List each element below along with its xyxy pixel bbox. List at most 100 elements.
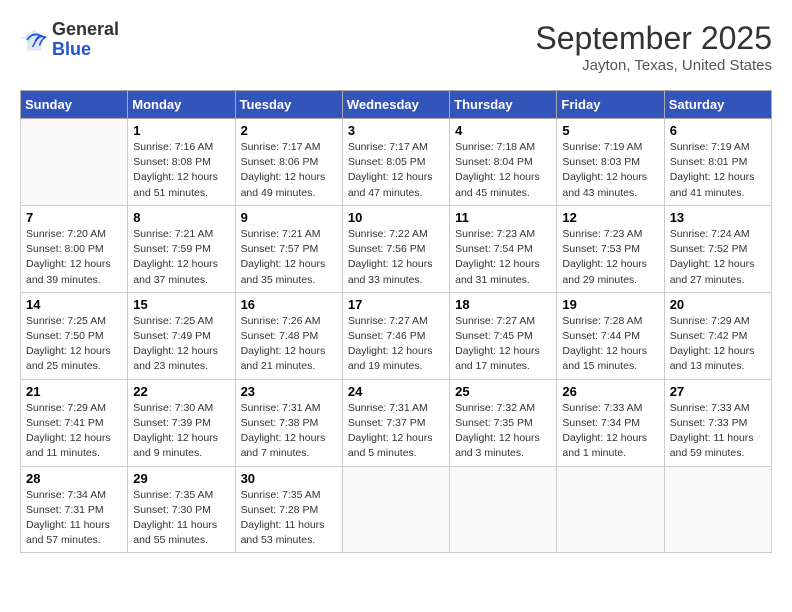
day-number: 7 <box>26 210 122 225</box>
day-info: Sunrise: 7:19 AM Sunset: 8:03 PM Dayligh… <box>562 140 658 201</box>
day-info: Sunrise: 7:26 AM Sunset: 7:48 PM Dayligh… <box>241 314 337 375</box>
day-number: 23 <box>241 384 337 399</box>
day-cell: 26 Sunrise: 7:33 AM Sunset: 7:34 PM Dayli… <box>557 379 664 466</box>
day-cell: 2 Sunrise: 7:17 AM Sunset: 8:06 PM Daylig… <box>235 119 342 206</box>
day-cell: 28 Sunrise: 7:34 AM Sunset: 7:31 PM Dayli… <box>21 466 128 553</box>
day-cell: 21 Sunrise: 7:29 AM Sunset: 7:41 PM Dayli… <box>21 379 128 466</box>
month-title: September 2025 <box>535 20 772 57</box>
day-info: Sunrise: 7:16 AM Sunset: 8:08 PM Dayligh… <box>133 140 229 201</box>
location: Jayton, Texas, United States <box>535 57 772 74</box>
day-number: 2 <box>241 123 337 138</box>
logo-text: General Blue <box>52 20 119 60</box>
week-row-4: 21 Sunrise: 7:29 AM Sunset: 7:41 PM Dayli… <box>21 379 772 466</box>
day-info: Sunrise: 7:25 AM Sunset: 7:50 PM Dayligh… <box>26 314 122 375</box>
day-info: Sunrise: 7:25 AM Sunset: 7:49 PM Dayligh… <box>133 314 229 375</box>
week-row-3: 14 Sunrise: 7:25 AM Sunset: 7:50 PM Dayli… <box>21 292 772 379</box>
day-info: Sunrise: 7:27 AM Sunset: 7:45 PM Dayligh… <box>455 314 551 375</box>
day-info: Sunrise: 7:19 AM Sunset: 8:01 PM Dayligh… <box>670 140 766 201</box>
day-info: Sunrise: 7:33 AM Sunset: 7:34 PM Dayligh… <box>562 401 658 462</box>
day-number: 12 <box>562 210 658 225</box>
day-number: 25 <box>455 384 551 399</box>
day-cell: 27Sunrise: 7:33 AM Sunset: 7:33 PM Dayli… <box>664 379 771 466</box>
week-row-5: 28 Sunrise: 7:34 AM Sunset: 7:31 PM Dayli… <box>21 466 772 553</box>
day-number: 20 <box>670 297 766 312</box>
day-cell <box>342 466 449 553</box>
day-info: Sunrise: 7:17 AM Sunset: 8:06 PM Dayligh… <box>241 140 337 201</box>
day-number: 11 <box>455 210 551 225</box>
day-number: 26 <box>562 384 658 399</box>
day-info: Sunrise: 7:35 AM Sunset: 7:28 PM Dayligh… <box>241 488 337 549</box>
day-number: 14 <box>26 297 122 312</box>
day-cell <box>450 466 557 553</box>
day-number: 9 <box>241 210 337 225</box>
day-number: 5 <box>562 123 658 138</box>
day-cell <box>664 466 771 553</box>
day-cell: 9Sunrise: 7:21 AM Sunset: 7:57 PM Daylig… <box>235 205 342 292</box>
days-header-row: SundayMondayTuesdayWednesdayThursdayFrid… <box>21 91 772 119</box>
day-number: 29 <box>133 471 229 486</box>
day-info: Sunrise: 7:21 AM Sunset: 7:59 PM Dayligh… <box>133 227 229 288</box>
day-cell: 8Sunrise: 7:21 AM Sunset: 7:59 PM Daylig… <box>128 205 235 292</box>
day-info: Sunrise: 7:34 AM Sunset: 7:31 PM Dayligh… <box>26 488 122 549</box>
day-cell: 22 Sunrise: 7:30 AM Sunset: 7:39 PM Dayli… <box>128 379 235 466</box>
day-cell: 19 Sunrise: 7:28 AM Sunset: 7:44 PM Dayli… <box>557 292 664 379</box>
day-info: Sunrise: 7:23 AM Sunset: 7:54 PM Dayligh… <box>455 227 551 288</box>
day-cell: 16 Sunrise: 7:26 AM Sunset: 7:48 PM Dayli… <box>235 292 342 379</box>
day-number: 3 <box>348 123 444 138</box>
day-number: 28 <box>26 471 122 486</box>
day-cell: 5 Sunrise: 7:19 AM Sunset: 8:03 PM Daylig… <box>557 119 664 206</box>
day-cell: 29 Sunrise: 7:35 AM Sunset: 7:30 PM Dayli… <box>128 466 235 553</box>
day-cell: 11 Sunrise: 7:23 AM Sunset: 7:54 PM Dayli… <box>450 205 557 292</box>
logo-icon <box>20 26 48 54</box>
day-number: 16 <box>241 297 337 312</box>
day-info: Sunrise: 7:24 AM Sunset: 7:52 PM Dayligh… <box>670 227 766 288</box>
day-number: 19 <box>562 297 658 312</box>
day-cell: 10 Sunrise: 7:22 AM Sunset: 7:56 PM Dayli… <box>342 205 449 292</box>
day-number: 18 <box>455 297 551 312</box>
day-cell: 7 Sunrise: 7:20 AM Sunset: 8:00 PM Daylig… <box>21 205 128 292</box>
header-sunday: Sunday <box>21 91 128 119</box>
day-info: Sunrise: 7:23 AM Sunset: 7:53 PM Dayligh… <box>562 227 658 288</box>
day-info: Sunrise: 7:27 AM Sunset: 7:46 PM Dayligh… <box>348 314 444 375</box>
day-info: Sunrise: 7:17 AM Sunset: 8:05 PM Dayligh… <box>348 140 444 201</box>
day-cell: 13 Sunrise: 7:24 AM Sunset: 7:52 PM Dayli… <box>664 205 771 292</box>
day-info: Sunrise: 7:30 AM Sunset: 7:39 PM Dayligh… <box>133 401 229 462</box>
calendar-table: SundayMondayTuesdayWednesdayThursdayFrid… <box>20 90 772 553</box>
day-cell: 25Sunrise: 7:32 AM Sunset: 7:35 PM Dayli… <box>450 379 557 466</box>
day-number: 4 <box>455 123 551 138</box>
week-row-1: 1 Sunrise: 7:16 AM Sunset: 8:08 PM Daylig… <box>21 119 772 206</box>
day-cell: 1 Sunrise: 7:16 AM Sunset: 8:08 PM Daylig… <box>128 119 235 206</box>
day-info: Sunrise: 7:31 AM Sunset: 7:37 PM Dayligh… <box>348 401 444 462</box>
day-cell: 15 Sunrise: 7:25 AM Sunset: 7:49 PM Dayli… <box>128 292 235 379</box>
day-number: 21 <box>26 384 122 399</box>
day-number: 24 <box>348 384 444 399</box>
day-number: 1 <box>133 123 229 138</box>
day-cell: 17 Sunrise: 7:27 AM Sunset: 7:46 PM Dayli… <box>342 292 449 379</box>
day-info: Sunrise: 7:35 AM Sunset: 7:30 PM Dayligh… <box>133 488 229 549</box>
day-cell: 12 Sunrise: 7:23 AM Sunset: 7:53 PM Dayli… <box>557 205 664 292</box>
day-cell: 4 Sunrise: 7:18 AM Sunset: 8:04 PM Daylig… <box>450 119 557 206</box>
day-info: Sunrise: 7:22 AM Sunset: 7:56 PM Dayligh… <box>348 227 444 288</box>
day-number: 30 <box>241 471 337 486</box>
day-number: 15 <box>133 297 229 312</box>
day-info: Sunrise: 7:18 AM Sunset: 8:04 PM Dayligh… <box>455 140 551 201</box>
day-info: Sunrise: 7:28 AM Sunset: 7:44 PM Dayligh… <box>562 314 658 375</box>
day-cell: 3 Sunrise: 7:17 AM Sunset: 8:05 PM Daylig… <box>342 119 449 206</box>
day-cell: 14 Sunrise: 7:25 AM Sunset: 7:50 PM Dayli… <box>21 292 128 379</box>
header-thursday: Thursday <box>450 91 557 119</box>
day-number: 17 <box>348 297 444 312</box>
page-header: General Blue September 2025 Jayton, Texa… <box>20 20 772 74</box>
title-block: September 2025 Jayton, Texas, United Sta… <box>535 20 772 74</box>
day-info: Sunrise: 7:20 AM Sunset: 8:00 PM Dayligh… <box>26 227 122 288</box>
day-info: Sunrise: 7:29 AM Sunset: 7:41 PM Dayligh… <box>26 401 122 462</box>
day-number: 10 <box>348 210 444 225</box>
header-monday: Monday <box>128 91 235 119</box>
day-number: 13 <box>670 210 766 225</box>
day-cell <box>21 119 128 206</box>
day-number: 22 <box>133 384 229 399</box>
day-cell: 23Sunrise: 7:31 AM Sunset: 7:38 PM Dayli… <box>235 379 342 466</box>
day-cell: 30 Sunrise: 7:35 AM Sunset: 7:28 PM Dayli… <box>235 466 342 553</box>
day-cell <box>557 466 664 553</box>
header-wednesday: Wednesday <box>342 91 449 119</box>
day-cell: 20Sunrise: 7:29 AM Sunset: 7:42 PM Dayli… <box>664 292 771 379</box>
